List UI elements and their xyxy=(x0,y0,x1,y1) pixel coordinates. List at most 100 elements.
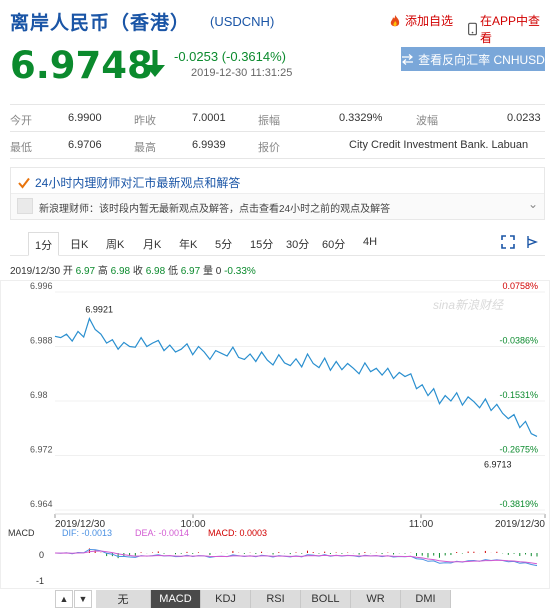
quote-date: 2019/12/30 xyxy=(10,266,61,277)
indicator-tab-kdj[interactable]: KDJ xyxy=(201,590,251,608)
phone-icon xyxy=(468,22,477,36)
close-value: 6.98 xyxy=(145,266,166,277)
stats-row: 今开 6.9900 昨收 7.0001 振幅 0.3329% 波幅 0.0233 xyxy=(10,105,545,132)
x-tick-label: 2019/12/30 xyxy=(495,519,545,530)
tab-4h[interactable]: 4H xyxy=(363,236,377,248)
y-tick-label: 6.972 xyxy=(30,445,53,455)
quote-time: 2019-12-30 11:31:25 xyxy=(191,67,293,79)
macd-y-tick: 0 xyxy=(39,550,44,560)
pct-tick-label: -0.3819% xyxy=(499,499,538,509)
open-in-app-button[interactable]: 在APP中查看 xyxy=(468,12,545,46)
open-value: 6.9900 xyxy=(68,112,102,124)
dif-line xyxy=(54,548,538,567)
reverse-rate-label: 查看反向汇率 CNHUSD xyxy=(418,52,545,67)
y-tick-label: 6.98 xyxy=(30,390,48,400)
pct-tick-label: -0.2675% xyxy=(499,445,538,455)
chevron-down-icon[interactable]: ⌄ xyxy=(528,197,538,211)
scroll-down-button[interactable]: ▼ xyxy=(74,590,92,608)
tab-daily-k[interactable]: 日K xyxy=(70,236,88,252)
add-favorite-button[interactable]: 添加自选 xyxy=(388,12,453,29)
advisor-news-item[interactable]: 新浪理财师：该时段内暂无最新观点及解答，点击查看24小时之前的观点及解答 ⌄ xyxy=(11,193,544,219)
indicator-tab-macd[interactable]: MACD xyxy=(151,590,201,608)
indicator-tab-boll[interactable]: BOLL xyxy=(301,590,351,608)
high-label: 最高 xyxy=(134,142,156,154)
period-tabs: 1分 日K 周K 月K 年K 5分 15分 30分 60分 4H xyxy=(10,232,545,256)
quoter-value: City Credit Investment Bank. Labuan xyxy=(349,139,529,151)
macd-legend-label: MACD: 0.0003 xyxy=(208,528,267,538)
advisor-news-box: 24小时内理财师对汇市最新观点和解答 新浪理财师：该时段内暂无最新观点及解答，点… xyxy=(10,167,545,220)
chart-frame xyxy=(0,280,550,589)
low-value: 6.97 xyxy=(180,266,201,277)
flame-icon xyxy=(390,14,400,26)
range-label: 波幅 xyxy=(416,115,438,127)
reverse-rate-button[interactable]: 查看反向汇率 CNHUSD xyxy=(401,47,545,71)
low-annotation: 6.9713 xyxy=(484,460,512,470)
stats-row: 最低 6.9706 最高 6.9939 报价 City Credit Inves… xyxy=(10,132,545,159)
tab-weekly-k[interactable]: 周K xyxy=(106,236,124,252)
page-header: 离岸人民币（香港） (USDCNH) 添加自选 在APP中查看 xyxy=(10,8,545,45)
check-mark-icon xyxy=(18,177,30,189)
low-label: 低 xyxy=(167,266,178,277)
tab-60min[interactable]: 60分 xyxy=(322,236,345,252)
x-tick-label: 11:00 xyxy=(409,519,434,530)
y-tick-label: 6.988 xyxy=(30,336,53,346)
macd-legend-label: DEA: -0.0014 xyxy=(135,528,189,538)
low-label: 最低 xyxy=(10,142,32,154)
high-annotation: 6.9921 xyxy=(85,305,113,315)
pct-tick-label: 0.0758% xyxy=(502,281,538,291)
open-in-app-label: 在APP中查看 xyxy=(480,14,541,45)
swap-icon xyxy=(402,53,414,65)
advisor-news-title: 24小时内理财师对汇市最新观点和解答 xyxy=(35,176,241,190)
expand-icon[interactable] xyxy=(525,235,539,249)
stats-table: 今开 6.9900 昨收 7.0001 振幅 0.3329% 波幅 0.0233… xyxy=(10,104,545,159)
symbol-code: (USDCNH) xyxy=(210,14,275,29)
amplitude-label: 振幅 xyxy=(258,115,280,127)
indicator-tab-rsi[interactable]: RSI xyxy=(251,590,301,608)
close-label: 收 xyxy=(132,266,143,277)
tab-1min[interactable]: 1分 xyxy=(28,232,60,256)
high-value: 6.98 xyxy=(110,266,131,277)
indicator-tab-无[interactable]: 无 xyxy=(96,590,151,608)
low-value: 6.9706 xyxy=(68,139,102,151)
indicator-tab-dmi[interactable]: DMI xyxy=(401,590,451,608)
prev-close-label: 昨收 xyxy=(134,115,156,127)
indicator-tab-wr[interactable]: WR xyxy=(351,590,401,608)
open-label: 今开 xyxy=(10,115,32,127)
tab-yearly-k[interactable]: 年K xyxy=(179,236,197,252)
fullscreen-icon[interactable] xyxy=(501,235,515,249)
pct-tick-label: -0.0386% xyxy=(499,336,538,346)
tab-5min[interactable]: 5分 xyxy=(215,236,232,252)
high-value: 6.9939 xyxy=(192,139,226,151)
page-title: 离岸人民币（香港） xyxy=(10,13,191,34)
scroll-up-button[interactable]: ▲ xyxy=(55,590,73,608)
amplitude-value: 0.3329% xyxy=(339,112,383,124)
price-line xyxy=(54,317,538,437)
y-tick-label: 6.996 xyxy=(30,281,53,291)
add-favorite-label: 添加自选 xyxy=(405,14,454,28)
kline-quote-line: 2019/12/30 开 6.97 高 6.98 收 6.98 低 6.97 量… xyxy=(10,262,256,277)
y-tick-label: 6.964 xyxy=(30,499,53,509)
high-label: 高 xyxy=(97,266,108,277)
open-label: 开 xyxy=(62,266,73,277)
indicator-tabs: 无 MACD KDJ RSI BOLL WR DMI xyxy=(96,590,546,608)
pct-change: -0.33% xyxy=(224,266,256,277)
volume-label: 量 xyxy=(202,266,213,277)
macd-legend-label: MACD xyxy=(8,528,35,538)
macd-y-tick: -1 xyxy=(36,576,44,586)
tab-monthly-k[interactable]: 月K xyxy=(143,236,161,252)
advisor-news-heading[interactable]: 24小时内理财师对汇市最新观点和解答 xyxy=(18,174,240,191)
tab-30min[interactable]: 30分 xyxy=(286,236,309,252)
down-arrow-icon xyxy=(145,50,165,77)
range-value: 0.0233 xyxy=(507,112,541,124)
macd-legend-label: DIF: -0.0013 xyxy=(62,528,112,538)
intraday-chart[interactable]: 6.996 0.0758% 6.988 -0.0386% 6.98 -0.1531% 6.9… xyxy=(0,280,550,590)
avatar xyxy=(17,198,33,214)
open-value: 6.97 xyxy=(75,266,96,277)
prev-close-value: 7.0001 xyxy=(192,112,226,124)
watermark-logo: sina新浪财经 xyxy=(433,298,505,312)
price-change: -0.0253 (-0.3614%) xyxy=(174,49,287,64)
advisor-news-text: 新浪理财师：该时段内暂无最新观点及解答，点击查看24小时之前的观点及解答 xyxy=(39,204,391,215)
volume-value: 0 xyxy=(215,266,222,277)
tab-15min[interactable]: 15分 xyxy=(250,236,273,252)
pct-tick-label: -0.1531% xyxy=(499,390,538,400)
